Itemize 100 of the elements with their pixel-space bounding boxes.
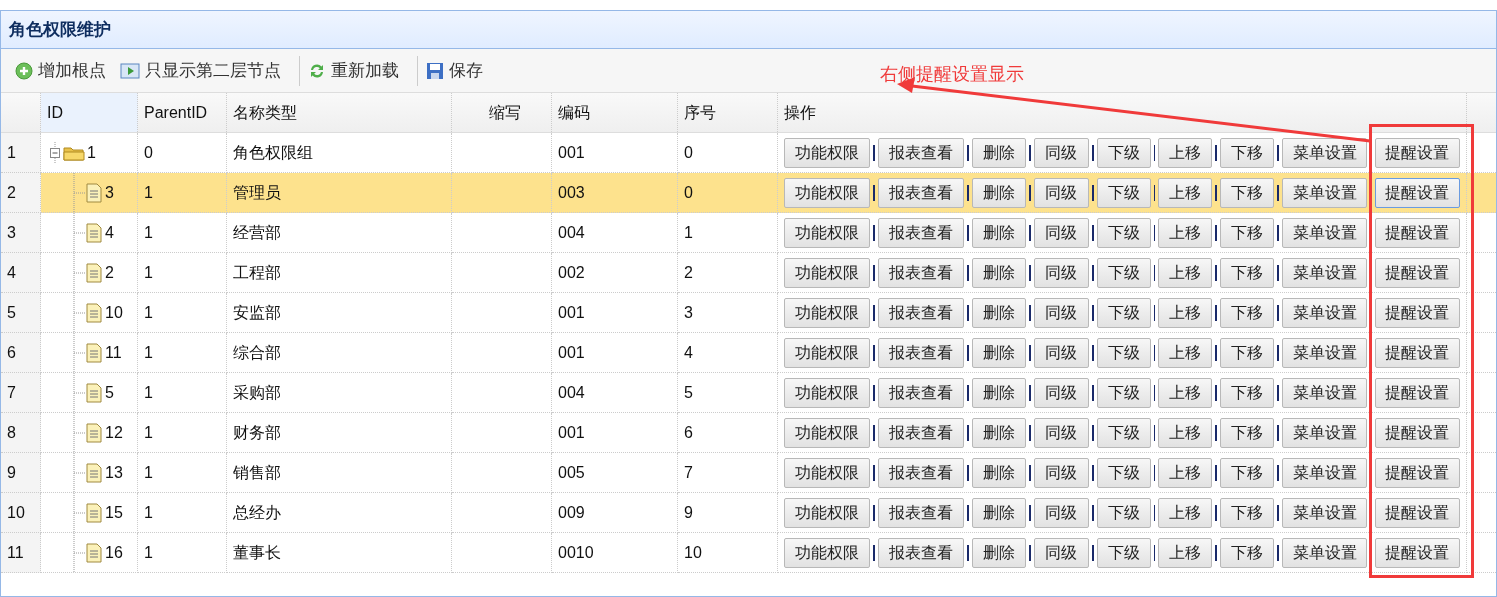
column-header[interactable]: ID xyxy=(47,100,63,125)
action-button[interactable]: 报表查看 xyxy=(878,337,964,368)
action-button[interactable]: 菜单设置 xyxy=(1282,137,1367,168)
action-button[interactable]: 下移 xyxy=(1220,497,1275,528)
action-button[interactable]: 下移 xyxy=(1220,257,1275,288)
action-button[interactable]: 上移 xyxy=(1158,217,1213,248)
action-button[interactable]: 上移 xyxy=(1158,417,1213,448)
table-row[interactable]: 6 11 1 综合部 001 4 功能权限 报表查看 删除 同级 下级 上移 下移 菜单设置 提醒设置 xyxy=(1,333,1496,373)
action-button[interactable]: 菜单设置 xyxy=(1282,217,1367,248)
action-button[interactable]: 上移 xyxy=(1158,497,1213,528)
action-button[interactable]: 同级 xyxy=(1033,137,1089,168)
action-button[interactable]: 菜单设置 xyxy=(1282,297,1367,328)
action-button[interactable]: 下级 xyxy=(1096,337,1151,368)
column-header[interactable]: 缩写 xyxy=(489,100,521,125)
action-button[interactable]: 同级 xyxy=(1033,417,1089,448)
action-button[interactable]: 同级 xyxy=(1033,497,1089,528)
action-button[interactable]: 下级 xyxy=(1096,537,1151,568)
action-button[interactable]: 提醒设置 xyxy=(1374,537,1461,568)
table-row[interactable]: 2 3 1 管理员 003 0 功能权限 报表查看 删除 同级 下级 上移 下移 菜单设置 提醒设置 xyxy=(1,173,1496,213)
action-button[interactable]: 菜单设置 xyxy=(1282,177,1367,208)
action-button[interactable]: 同级 xyxy=(1033,337,1089,368)
action-button[interactable]: 提醒设置 xyxy=(1374,257,1461,288)
action-button[interactable]: 下移 xyxy=(1220,217,1275,248)
action-button[interactable]: 下级 xyxy=(1096,417,1151,448)
action-button[interactable]: 下级 xyxy=(1096,137,1151,168)
action-button[interactable]: 提醒设置 xyxy=(1374,137,1461,168)
table-row[interactable]: 10 15 1 总经办 009 9 功能权限 报表查看 删除 同级 下级 上移 下移 菜单设置 提醒设置 xyxy=(1,493,1496,533)
action-button[interactable]: 报表查看 xyxy=(878,137,964,168)
action-button[interactable]: 同级 xyxy=(1033,537,1089,568)
action-button[interactable]: 菜单设置 xyxy=(1282,377,1367,408)
action-button[interactable]: 下移 xyxy=(1220,337,1275,368)
action-button[interactable]: 上移 xyxy=(1158,177,1213,208)
action-button[interactable]: 下级 xyxy=(1096,257,1151,288)
action-button[interactable]: 下级 xyxy=(1096,297,1151,328)
action-button[interactable]: 下级 xyxy=(1096,217,1151,248)
action-button[interactable]: 功能权限 xyxy=(784,137,871,168)
action-button[interactable]: 报表查看 xyxy=(878,537,964,568)
action-button[interactable]: 提醒设置 xyxy=(1374,217,1461,248)
collapse-icon[interactable] xyxy=(49,141,63,164)
column-header[interactable]: 编码 xyxy=(558,100,590,125)
action-button[interactable]: 删除 xyxy=(971,137,1026,168)
action-button[interactable]: 删除 xyxy=(971,537,1026,568)
action-button[interactable]: 功能权限 xyxy=(784,537,871,568)
action-button[interactable]: 上移 xyxy=(1158,457,1213,488)
column-header[interactable]: 操作 xyxy=(784,100,816,125)
action-button[interactable]: 下移 xyxy=(1220,417,1275,448)
action-button[interactable]: 提醒设置 xyxy=(1374,337,1461,368)
action-button[interactable]: 功能权限 xyxy=(784,257,871,288)
toolbar-button[interactable]: 只显示第二层节点 xyxy=(118,57,283,84)
action-button[interactable]: 功能权限 xyxy=(784,497,871,528)
action-button[interactable]: 删除 xyxy=(971,337,1026,368)
action-button[interactable]: 下移 xyxy=(1220,537,1275,568)
action-button[interactable]: 功能权限 xyxy=(784,457,871,488)
action-button[interactable]: 功能权限 xyxy=(784,337,871,368)
action-button[interactable]: 上移 xyxy=(1158,297,1213,328)
action-button[interactable]: 菜单设置 xyxy=(1282,457,1367,488)
action-button[interactable]: 功能权限 xyxy=(784,177,871,208)
action-button[interactable]: 下级 xyxy=(1096,457,1151,488)
column-header[interactable]: 名称类型 xyxy=(233,100,297,125)
action-button[interactable]: 同级 xyxy=(1033,217,1089,248)
action-button[interactable]: 菜单设置 xyxy=(1282,417,1367,448)
action-button[interactable]: 删除 xyxy=(971,377,1026,408)
action-button[interactable]: 下移 xyxy=(1220,177,1275,208)
action-button[interactable]: 报表查看 xyxy=(878,217,964,248)
table-row[interactable]: 3 4 1 经营部 004 1 功能权限 报表查看 删除 同级 下级 上移 下移 菜单设置 提醒设置 xyxy=(1,213,1496,253)
action-button[interactable]: 删除 xyxy=(971,217,1026,248)
action-button[interactable]: 下级 xyxy=(1096,377,1151,408)
action-button[interactable]: 同级 xyxy=(1033,457,1089,488)
action-button[interactable]: 删除 xyxy=(971,297,1026,328)
action-button[interactable]: 同级 xyxy=(1033,257,1089,288)
action-button[interactable]: 提醒设置 xyxy=(1374,297,1461,328)
action-button[interactable]: 报表查看 xyxy=(878,177,964,208)
action-button[interactable]: 提醒设置 xyxy=(1374,377,1461,408)
action-button[interactable]: 上移 xyxy=(1158,377,1213,408)
toolbar-button[interactable]: 增加根点 xyxy=(13,57,108,84)
action-button[interactable]: 下移 xyxy=(1220,457,1275,488)
column-header[interactable]: ParentID xyxy=(144,100,208,125)
table-row[interactable]: 5 10 1 安监部 001 3 功能权限 报表查看 删除 同级 下级 上移 下移 菜单设置 提醒设置 xyxy=(1,293,1496,333)
action-button[interactable]: 下移 xyxy=(1220,297,1275,328)
action-button[interactable]: 报表查看 xyxy=(878,497,964,528)
action-button[interactable]: 报表查看 xyxy=(878,457,964,488)
action-button[interactable]: 菜单设置 xyxy=(1282,337,1367,368)
toolbar-button[interactable]: 保存 xyxy=(424,57,485,84)
action-button[interactable]: 提醒设置 xyxy=(1374,417,1461,448)
action-button[interactable]: 功能权限 xyxy=(784,377,871,408)
action-button[interactable]: 上移 xyxy=(1158,137,1213,168)
action-button[interactable]: 报表查看 xyxy=(878,257,964,288)
action-button[interactable]: 下级 xyxy=(1096,177,1151,208)
action-button[interactable]: 删除 xyxy=(971,177,1026,208)
toolbar-button[interactable]: 重新加载 xyxy=(306,57,401,84)
action-button[interactable]: 报表查看 xyxy=(878,417,964,448)
action-button[interactable]: 功能权限 xyxy=(784,417,871,448)
action-button[interactable]: 菜单设置 xyxy=(1282,497,1367,528)
action-button[interactable]: 同级 xyxy=(1033,177,1089,208)
action-button[interactable]: 提醒设置 xyxy=(1374,457,1461,488)
action-button[interactable]: 菜单设置 xyxy=(1282,537,1367,568)
action-button[interactable]: 报表查看 xyxy=(878,297,964,328)
action-button[interactable]: 上移 xyxy=(1158,337,1213,368)
action-button[interactable]: 同级 xyxy=(1033,297,1089,328)
action-button[interactable]: 删除 xyxy=(971,417,1026,448)
